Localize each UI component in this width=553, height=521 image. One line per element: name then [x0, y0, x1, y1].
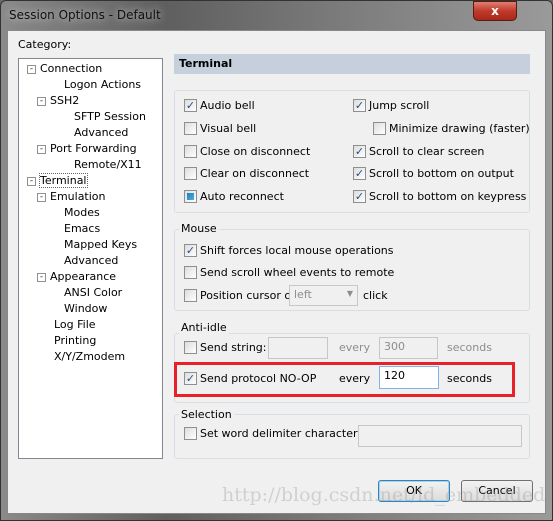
minimize-drawing-checkbox[interactable]	[373, 122, 386, 135]
send-string-every: every	[339, 341, 371, 354]
scroll-wheel-checkbox[interactable]	[184, 266, 197, 279]
category-tree[interactable]: - Connection Logon Actions - SSH2 SFTP Sessio…	[18, 58, 163, 459]
visual-bell-checkbox[interactable]	[184, 122, 197, 135]
select-value: left	[294, 288, 312, 301]
jump-scroll-label: Jump scroll	[369, 99, 430, 112]
selection-group-title: Selection	[179, 408, 234, 421]
window-title: Session Options - Default	[9, 8, 161, 22]
close-on-disconnect-label: Close on disconnect	[200, 145, 311, 158]
visual-bell-label: Visual bell	[200, 122, 257, 135]
close-on-disconnect-checkbox[interactable]	[184, 145, 197, 158]
tree-item[interactable]: Terminal	[39, 173, 88, 188]
click-suffix: click	[363, 289, 388, 302]
tree-item[interactable]: Window	[64, 302, 107, 315]
word-delim-label: Set word delimiter characters:	[200, 427, 367, 440]
auto-reconnect-checkbox[interactable]	[184, 190, 197, 203]
shift-forces-label: Shift forces local mouse operations	[200, 244, 394, 257]
tree-item[interactable]: SFTP Session	[74, 110, 146, 123]
tree-item[interactable]: Modes	[64, 206, 100, 219]
collapse-icon[interactable]: -	[27, 65, 36, 74]
tree-item[interactable]: Appearance	[50, 270, 116, 283]
collapse-icon[interactable]: -	[37, 97, 46, 106]
tree-item[interactable]: Advanced	[64, 254, 118, 267]
send-string-unit: seconds	[447, 341, 492, 354]
anti-idle-group-title: Anti-idle	[179, 321, 229, 334]
highlight-box	[174, 362, 515, 397]
click-button-select[interactable]: left ▼	[289, 285, 358, 306]
collapse-icon[interactable]: -	[37, 193, 46, 202]
tree-item[interactable]: Logon Actions	[64, 78, 141, 91]
audio-bell-checkbox[interactable]: ✓	[184, 99, 197, 112]
clear-on-disconnect-label: Clear on disconnect	[200, 167, 310, 180]
tree-item[interactable]: X/Y/Zmodem	[54, 350, 125, 363]
collapse-icon[interactable]: -	[37, 273, 46, 282]
collapse-icon[interactable]: -	[37, 145, 46, 154]
collapse-icon[interactable]: -	[27, 177, 36, 186]
tree-item[interactable]: Connection	[40, 62, 102, 75]
panel-title: Terminal	[174, 54, 530, 74]
word-delim-input[interactable]	[358, 425, 522, 447]
scroll-wheel-label: Send scroll wheel events to remote	[200, 266, 395, 279]
send-string-input[interactable]	[268, 337, 328, 359]
tree-item[interactable]: Log File	[54, 318, 96, 331]
word-delim-checkbox[interactable]	[184, 427, 197, 440]
tree-item[interactable]: Port Forwarding	[50, 142, 137, 155]
send-string-interval[interactable]: 300	[379, 337, 438, 359]
position-cursor-label: Position cursor on	[200, 289, 299, 302]
scroll-clear-checkbox[interactable]: ✓	[353, 145, 366, 158]
clear-on-disconnect-checkbox[interactable]	[184, 167, 197, 180]
watermark: http://blog.csdn.net/ld_embedded	[222, 484, 546, 506]
minimize-drawing-label: Minimize drawing (faster)	[389, 122, 530, 135]
chevron-down-icon: ▼	[346, 289, 353, 298]
mouse-group-title: Mouse	[179, 222, 219, 235]
tree-item[interactable]: Emacs	[64, 222, 100, 235]
scroll-clear-label: Scroll to clear screen	[369, 145, 485, 158]
shift-forces-checkbox[interactable]: ✓	[184, 244, 197, 257]
scroll-keypress-label: Scroll to bottom on keypress	[369, 190, 527, 203]
tree-item[interactable]: Advanced	[74, 126, 128, 139]
jump-scroll-checkbox[interactable]: ✓	[353, 99, 366, 112]
auto-reconnect-label: Auto reconnect	[200, 190, 284, 203]
tree-item[interactable]: Printing	[54, 334, 96, 347]
tree-item[interactable]: ANSI Color	[64, 286, 122, 299]
category-label: Category:	[18, 38, 72, 51]
close-button[interactable]: x	[473, 1, 517, 21]
scroll-keypress-checkbox[interactable]: ✓	[353, 190, 366, 203]
tree-item[interactable]: Remote/X11	[74, 158, 142, 171]
scroll-output-checkbox[interactable]: ✓	[353, 167, 366, 180]
tree-item[interactable]: Mapped Keys	[64, 238, 137, 251]
position-cursor-checkbox[interactable]	[184, 289, 197, 302]
tree-item[interactable]: Emulation	[50, 190, 106, 203]
scroll-output-label: Scroll to bottom on output	[369, 167, 514, 180]
tree-item[interactable]: SSH2	[50, 94, 79, 107]
audio-bell-label: Audio bell	[200, 99, 255, 112]
send-string-checkbox[interactable]	[184, 341, 197, 354]
send-string-label: Send string:	[200, 341, 267, 354]
